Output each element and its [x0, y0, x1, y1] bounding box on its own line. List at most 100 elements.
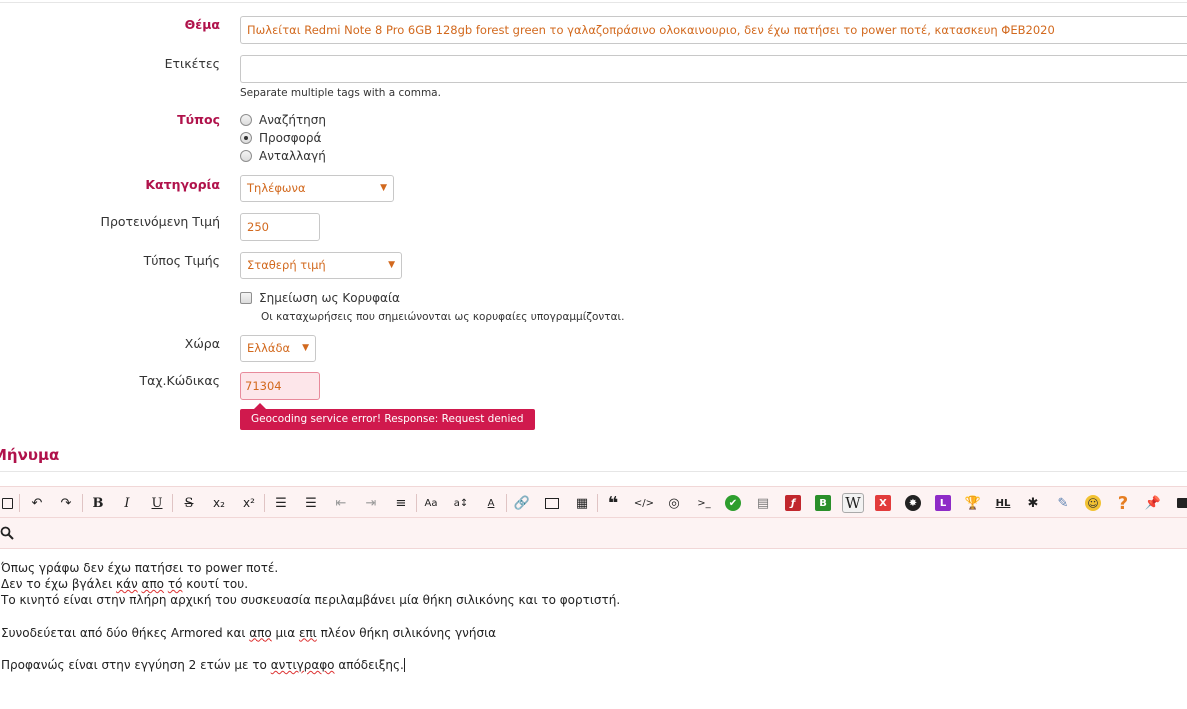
- toolbar-separator: [82, 494, 83, 512]
- subject-input[interactable]: Πωλείται Redmi Note 8 Pro 6GB 128gb fore…: [240, 16, 1187, 44]
- line-height-icon[interactable]: a↕: [450, 493, 472, 513]
- help-icon[interactable]: ?: [1112, 493, 1134, 514]
- dropdown-arrow-icon: ▼: [388, 260, 395, 270]
- toolbar-separator: [172, 494, 173, 512]
- bullet-list-icon[interactable]: ☰: [300, 493, 322, 513]
- italic-icon[interactable]: I: [116, 493, 138, 513]
- message-line: Συνοδεύεται από δύο θήκες Armored και απ…: [1, 625, 497, 640]
- type-option-exchange[interactable]: Ανταλλαγή: [240, 149, 326, 163]
- check-badge: ✔: [725, 495, 741, 511]
- type-label: Τύπος: [177, 112, 220, 127]
- indent-icon[interactable]: ⇥: [360, 493, 382, 513]
- outdent-icon[interactable]: ⇤: [330, 493, 352, 513]
- misspelled-word: απο: [141, 577, 165, 592]
- price-label: Προτεινόμενη Τιμή: [100, 214, 220, 229]
- undo-icon[interactable]: ↶: [26, 493, 48, 513]
- message-editor[interactable]: Όπως γράφω δεν έχω πατήσει το power ποτέ…: [1, 560, 620, 673]
- radio-button[interactable]: [240, 150, 252, 162]
- misspelled-word: απο: [249, 625, 272, 640]
- more-icon[interactable]: [1172, 493, 1187, 513]
- featured-label: Σημείωση ως Κορυφαία: [259, 291, 400, 305]
- featured-option[interactable]: Σημείωση ως Κορυφαία: [240, 291, 400, 305]
- country-select[interactable]: Ελλάδα ▼: [240, 335, 316, 362]
- tags-hint: Separate multiple tags with a comma.: [240, 87, 441, 99]
- font-color-icon[interactable]: A: [480, 493, 502, 513]
- font-size-icon[interactable]: Aa: [420, 493, 442, 513]
- hl-icon[interactable]: HL: [992, 493, 1014, 513]
- underline-icon[interactable]: U: [146, 493, 168, 513]
- redo-icon[interactable]: ↷: [55, 493, 77, 513]
- type-option-search[interactable]: Αναζήτηση: [240, 113, 326, 127]
- quote-icon[interactable]: ❝: [602, 493, 624, 514]
- type-option-label: Αναζήτηση: [259, 113, 326, 127]
- top-divider: [0, 2, 1187, 3]
- message-line: Όπως γράφω δεν έχω πατήσει το power ποτέ…: [1, 561, 279, 575]
- spoiler-icon[interactable]: ◎: [663, 493, 685, 513]
- wand-icon[interactable]: ✎: [1052, 493, 1074, 513]
- toolbar-separator: [506, 494, 507, 512]
- toolbar-separator: [597, 494, 598, 512]
- dropdown-arrow-icon: ▼: [302, 343, 309, 353]
- search-icon[interactable]: [0, 523, 18, 543]
- price-type-value: Σταθερή τιμή: [247, 258, 326, 272]
- image-icon[interactable]: [541, 493, 563, 513]
- misspelled-word: επι: [298, 625, 317, 640]
- trophy-icon[interactable]: 🏆: [962, 493, 984, 513]
- align-icon[interactable]: ≡: [390, 493, 412, 513]
- editor-toolbar-row-2: [0, 518, 1187, 549]
- postcode-label: Ταχ.Κώδικας: [139, 373, 220, 388]
- radio-button[interactable]: [240, 114, 252, 126]
- l-badge-label: L: [935, 495, 951, 511]
- superscript-icon[interactable]: x²: [238, 493, 260, 513]
- section-divider: [0, 471, 1187, 472]
- check-icon[interactable]: ✔: [722, 493, 744, 513]
- link-icon[interactable]: 🔗: [511, 493, 533, 513]
- smiley-icon[interactable]: ☺: [1082, 493, 1104, 513]
- bomb-icon[interactable]: ✸: [902, 493, 924, 513]
- pin-icon[interactable]: 📌: [1142, 493, 1164, 513]
- wikipedia-icon[interactable]: W: [842, 493, 864, 513]
- subscript-icon[interactable]: x₂: [208, 493, 230, 513]
- postcode-input[interactable]: 71304: [240, 372, 320, 400]
- type-option-label: Ανταλλαγή: [259, 149, 326, 163]
- puzzle-icon[interactable]: ✱: [1022, 493, 1044, 513]
- price-type-select[interactable]: Σταθερή τιμή ▼: [240, 252, 402, 279]
- misspelled-word: κάν: [116, 577, 138, 592]
- toolbar-separator: [264, 494, 265, 512]
- flash-icon[interactable]: ƒ: [782, 493, 804, 513]
- strikethrough-icon[interactable]: S: [178, 493, 200, 513]
- tags-label: Ετικέτες: [164, 56, 220, 71]
- message-line: Το κινητό είναι στην πλήρη αρχική του συ…: [1, 593, 621, 608]
- terminal-icon[interactable]: >_: [693, 493, 715, 513]
- toolbar-separator: [416, 494, 417, 512]
- empty-line: [1, 641, 620, 657]
- bold-icon[interactable]: B: [87, 493, 109, 513]
- postcode-error-message: Geocoding service error! Response: Reque…: [240, 403, 535, 430]
- tags-input[interactable]: [240, 55, 1187, 83]
- folder-icon[interactable]: ▤: [752, 493, 774, 513]
- country-label: Χώρα: [184, 336, 220, 351]
- x-icon[interactable]: X: [872, 493, 894, 513]
- misspelled-word: αντιγραφο: [270, 657, 335, 672]
- category-select[interactable]: Τηλέφωνα ▼: [240, 175, 394, 202]
- category-label: Κατηγορία: [145, 177, 220, 192]
- dropdown-arrow-icon: ▼: [380, 183, 387, 193]
- x-badge-label: X: [875, 495, 891, 511]
- code-icon[interactable]: </>: [633, 493, 655, 513]
- featured-checkbox[interactable]: [240, 292, 252, 304]
- category-value: Τηλέφωνα: [247, 181, 306, 195]
- subject-label: Θέμα: [184, 17, 220, 32]
- price-input[interactable]: 250: [240, 213, 320, 241]
- table-icon[interactable]: ▦: [571, 493, 593, 513]
- country-value: Ελλάδα: [247, 341, 291, 355]
- b-icon[interactable]: B: [812, 493, 834, 513]
- ordered-list-icon[interactable]: ☰: [270, 493, 292, 513]
- checkbox-icon[interactable]: [0, 493, 18, 513]
- type-option-offer[interactable]: Προσφορά: [240, 131, 321, 145]
- type-option-label: Προσφορά: [259, 131, 322, 145]
- l-icon[interactable]: L: [932, 493, 954, 513]
- editor-toolbar: ↶ ↷ B I U S x₂ x² ☰ ☰ ⇤ ⇥ ≡ Aa a↕ A 🔗 ▦ …: [0, 486, 1187, 518]
- radio-button-checked[interactable]: [240, 132, 252, 144]
- message-line: Προφανώς είναι στην εγγύηση 2 ετών με το…: [1, 657, 405, 672]
- text-caret: [403, 657, 405, 672]
